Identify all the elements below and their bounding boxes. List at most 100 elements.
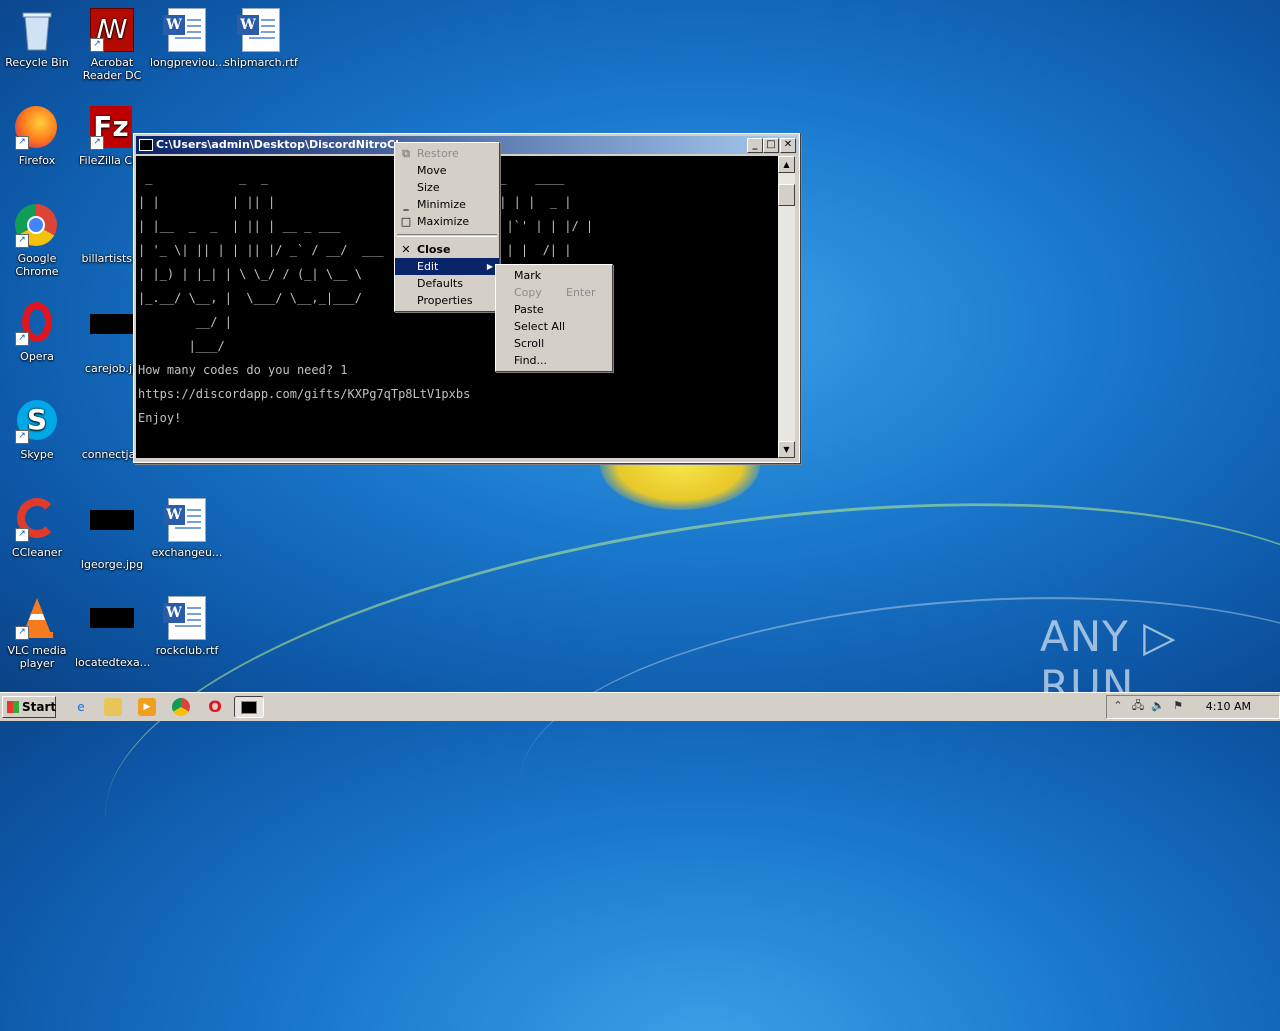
network-icon[interactable]: 🖧: [1131, 699, 1145, 713]
image-file-icon: [90, 608, 134, 652]
console-icon[interactable]: [139, 139, 153, 151]
menu-item-label: Edit: [417, 260, 439, 273]
desktop-icon-acrobat[interactable]: ꟿ ↗ Acrobat Reader DC: [75, 8, 149, 82]
system-menu: ⧉ Restore Move Size _ Minimize □ Maximize ✕…: [394, 142, 500, 312]
menu-item-label: Find...: [514, 354, 548, 367]
menu-item-copy[interactable]: Copy Enter: [496, 284, 612, 301]
menu-item-label: Close: [417, 243, 451, 256]
scroll-up-arrow-icon[interactable]: ▲: [778, 156, 795, 173]
vlc-icon: ↗: [15, 596, 59, 640]
menu-item-size[interactable]: Size: [395, 179, 499, 196]
desktop-icon-label: Google Chrome: [15, 252, 59, 278]
menu-item-scroll[interactable]: Scroll: [496, 335, 612, 352]
menu-separator: [397, 234, 497, 237]
desktop-icon-label: longpreviou...: [150, 56, 226, 69]
desktop-icon-vlc[interactable]: ↗ VLC media player: [0, 596, 74, 670]
desktop-icon-ccleaner[interactable]: ↗ CCleaner: [0, 498, 74, 559]
console-url-line: https://discordapp.com/gifts/KXPg7qTp8Lt…: [138, 387, 471, 401]
menu-item-label: Restore: [417, 147, 459, 160]
desktop-icon-label: exchangeu...: [151, 546, 223, 559]
menu-item-mark[interactable]: Mark: [496, 267, 612, 284]
clock[interactable]: 4:10 AM: [1206, 700, 1251, 713]
word-document-icon: W: [163, 596, 209, 640]
desktop-icon-label: shipmarch.rtf: [224, 56, 298, 69]
desktop-icon-rockclub[interactable]: W rockclub.rtf: [150, 596, 224, 657]
menu-item-move[interactable]: Move: [395, 162, 499, 179]
menu-item-defaults[interactable]: Defaults: [395, 275, 499, 292]
menu-item-paste[interactable]: Paste: [496, 301, 612, 318]
menu-item-label: Mark: [514, 269, 542, 282]
image-file-icon: [90, 400, 134, 444]
ccleaner-icon: ↗: [15, 498, 59, 542]
media-player-icon[interactable]: ▶: [138, 698, 156, 716]
explorer-folder-icon[interactable]: [104, 698, 122, 716]
menu-item-label: Scroll: [514, 337, 545, 350]
menu-accelerator: Enter: [566, 286, 596, 299]
desktop-icon-label: Skype: [20, 448, 54, 461]
ascii-art-line: |___/: [138, 339, 225, 353]
taskbar: Start e ▶ O ⌃ 🖧 🔈 ⚑ 4:10 AM: [0, 692, 1280, 721]
menu-item-label: Properties: [417, 294, 473, 307]
maximize-icon: □: [400, 215, 412, 228]
recycle-bin-icon: [15, 8, 59, 52]
menu-item-find[interactable]: Find...: [496, 352, 612, 369]
filezilla-icon: Fz ↗: [90, 106, 134, 150]
menu-item-properties[interactable]: Properties: [395, 292, 499, 309]
desktop-icon-opera[interactable]: ↗ Opera: [0, 302, 74, 363]
start-label: Start: [22, 700, 57, 714]
ascii-art-line: __/ |: [138, 315, 232, 329]
desktop-icon-shipmarch[interactable]: W shipmarch.rtf: [224, 8, 298, 69]
menu-item-close[interactable]: ✕ Close: [395, 241, 499, 258]
word-document-icon: W: [237, 8, 283, 52]
image-file-icon: [90, 204, 134, 248]
minimize-button[interactable]: _: [747, 138, 763, 153]
show-hidden-icons-icon[interactable]: ⌃: [1111, 699, 1125, 713]
ascii-art-line: | '_ \| || | | || |/ _` / __/ ___ \ \/ /…: [138, 243, 572, 257]
menu-item-label: Copy: [514, 286, 542, 299]
console-enjoy-line: Enjoy!: [138, 411, 182, 425]
desktop-icon-lgeorge[interactable]: lgeorge.jpg: [75, 498, 149, 571]
menu-item-label: Maximize: [417, 215, 470, 228]
maximize-button[interactable]: □: [763, 138, 779, 153]
opera-icon: ↗: [15, 302, 59, 346]
desktop-icon-recycle-bin[interactable]: Recycle Bin: [0, 8, 74, 69]
image-file-icon: [90, 510, 134, 554]
desktop-icon-label: Acrobat Reader DC: [82, 56, 142, 82]
console-prompt-line: How many codes do you need? 1: [138, 363, 348, 377]
submenu-arrow-icon: ▶: [486, 262, 493, 271]
volume-icon[interactable]: 🔈: [1151, 699, 1165, 713]
menu-item-label: Move: [417, 164, 447, 177]
start-button[interactable]: Start: [2, 696, 56, 718]
desktop-icon-chrome[interactable]: ↗ Google Chrome: [0, 204, 74, 278]
chrome-taskbar-icon[interactable]: [172, 698, 190, 716]
scroll-thumb[interactable]: [778, 184, 795, 206]
word-document-icon: W: [163, 498, 209, 542]
menu-item-edit[interactable]: Edit ▶: [395, 258, 499, 275]
desktop-icon-label: VLC media player: [7, 644, 67, 670]
desktop-icon-exchangeu[interactable]: W exchangeu...: [150, 498, 224, 559]
ascii-art-line: | |__ _ _ | || | __ _ ___ ___ __ __| || …: [138, 219, 594, 233]
desktop-icon-label: rockclub.rtf: [155, 644, 219, 657]
menu-item-label: Minimize: [417, 198, 466, 211]
opera-taskbar-icon[interactable]: O: [206, 698, 224, 716]
vertical-scrollbar[interactable]: ▲ ▼: [778, 156, 795, 458]
desktop-icon-label: Recycle Bin: [5, 56, 69, 69]
menu-item-maximize[interactable]: □ Maximize: [395, 213, 499, 230]
desktop-icon-longpreviou[interactable]: W longpreviou...: [150, 8, 226, 69]
desktop-icon-label: Opera: [20, 350, 54, 363]
close-button[interactable]: ✕: [780, 138, 796, 153]
desktop-icon-skype[interactable]: S ↗ Skype: [0, 400, 74, 461]
desktop-icon-firefox[interactable]: ↗ Firefox: [0, 106, 74, 167]
menu-item-select-all[interactable]: Select All: [496, 318, 612, 335]
action-center-flag-icon[interactable]: ⚑: [1171, 699, 1185, 713]
console-taskbar-button[interactable]: [234, 696, 264, 718]
firefox-icon: ↗: [15, 106, 59, 150]
menu-item-restore[interactable]: ⧉ Restore: [395, 145, 499, 162]
desktop-icon-locatedtexa[interactable]: locatedtexa...: [75, 596, 150, 669]
internet-explorer-icon[interactable]: e: [72, 698, 90, 716]
scroll-down-arrow-icon[interactable]: ▼: [778, 441, 795, 458]
desktop-icon-label: lgeorge.jpg: [80, 558, 144, 571]
edit-submenu: Mark Copy Enter Paste Select All Scroll F…: [495, 264, 613, 372]
menu-item-minimize[interactable]: _ Minimize: [395, 196, 499, 213]
menu-item-label: Select All: [514, 320, 566, 333]
